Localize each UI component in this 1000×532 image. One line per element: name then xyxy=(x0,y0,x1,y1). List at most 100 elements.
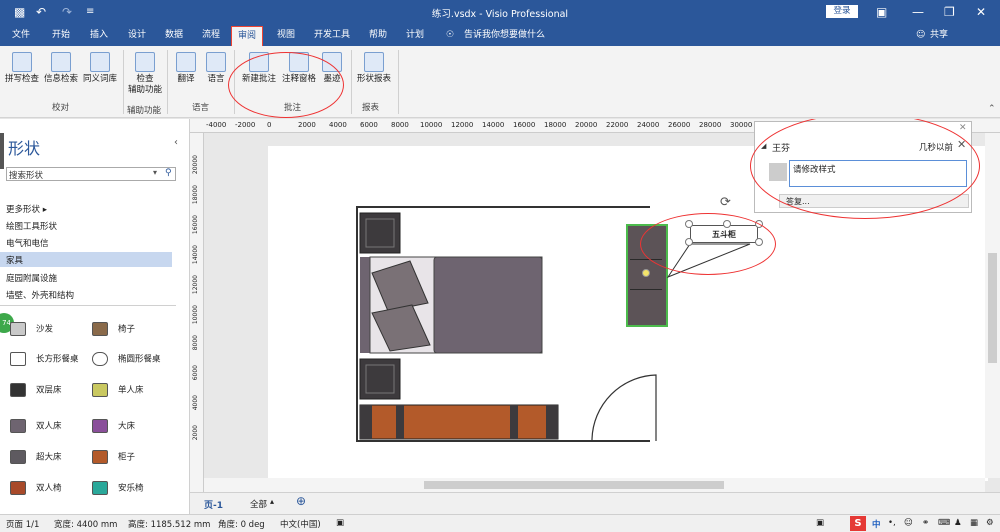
all-pages-dropdown-icon[interactable]: ▴ xyxy=(270,497,274,506)
search-shapes-box[interactable]: 搜索形状 ▾ ⚲ xyxy=(6,167,176,181)
shape-queen-bed[interactable]: 大床 xyxy=(92,419,135,433)
minimize-icon[interactable]: — xyxy=(912,6,924,18)
microphone-icon[interactable]: ⚭ xyxy=(922,518,929,528)
stencil-garden[interactable]: 庭园附属设施 xyxy=(6,272,57,284)
stencil-furniture[interactable]: 家具 xyxy=(6,254,23,266)
customize-toolbar-icon[interactable]: ≡ xyxy=(86,6,94,18)
separator xyxy=(167,50,168,114)
group-language: 语言 xyxy=(192,103,210,113)
menu-home[interactable]: 开始 xyxy=(52,29,70,41)
stencil-furniture-selected[interactable] xyxy=(0,252,172,267)
menu-process[interactable]: 流程 xyxy=(202,29,220,41)
shape-chair[interactable]: 椅子 xyxy=(92,322,135,336)
settings-icon[interactable]: ⚙ xyxy=(986,518,994,528)
restore-icon[interactable]: ❐ xyxy=(944,6,955,18)
shape-rect-table[interactable]: 长方形餐桌 xyxy=(10,352,79,366)
research-button[interactable]: 信息检索 xyxy=(42,52,80,85)
menu-review[interactable]: 审阅 xyxy=(231,26,264,46)
share-button[interactable]: 共享 xyxy=(930,29,948,41)
shape-reports-button[interactable]: 形状报表 xyxy=(354,52,394,85)
undo-icon[interactable]: ↶ xyxy=(36,6,46,18)
add-page-icon[interactable]: ⊕ xyxy=(296,494,306,508)
sogou-ime-icon[interactable]: S xyxy=(850,516,866,531)
menu-developer[interactable]: 开发工具 xyxy=(314,29,350,41)
punctuation-icon[interactable]: •, xyxy=(888,518,896,528)
thesaurus-button[interactable]: 同义词库 xyxy=(82,52,118,85)
shape-single-bed[interactable]: 单人床 xyxy=(92,383,144,397)
shape-double-bed[interactable]: 双人床 xyxy=(10,419,62,433)
more-shapes[interactable]: 更多形状 ▸ xyxy=(6,203,47,215)
ribbon: 拼写检查 信息检索 同义词库 校对 检查 辅助功能 辅助功能 翻译 语言 语言 … xyxy=(0,46,1000,118)
drawing-canvas[interactable]: -4000 -2000 0 2000 4000 6000 8000 10000 … xyxy=(190,119,1000,492)
macro-icon[interactable]: ▣ xyxy=(336,518,344,528)
shape-bunk-bed[interactable]: 双层床 xyxy=(10,383,62,397)
rotate-handle-icon[interactable]: ⟳ xyxy=(720,195,731,210)
shape-cabinet[interactable]: 柜子 xyxy=(92,450,135,464)
stencil-electrical[interactable]: 电气和电信 xyxy=(6,237,49,249)
search-icon[interactable]: ⚲ xyxy=(165,168,172,178)
menu-help[interactable]: 帮助 xyxy=(369,29,387,41)
stencil-walls[interactable]: 墙壁、外壳和结构 xyxy=(6,289,74,301)
menu-design[interactable]: 设计 xyxy=(128,29,146,41)
collapse-ribbon-icon[interactable]: ⌃ xyxy=(988,104,996,114)
stencil-drawing-tools[interactable]: 绘图工具形状 xyxy=(6,220,57,232)
shape-king-bed[interactable]: 超大床 xyxy=(10,450,62,464)
translate-button[interactable]: 翻译 xyxy=(172,52,200,85)
status-page[interactable]: 页面 1/1 xyxy=(6,518,39,530)
horizontal-scrollbar[interactable] xyxy=(204,478,985,492)
menu-insert[interactable]: 插入 xyxy=(90,29,108,41)
double-bed-icon xyxy=(10,419,26,433)
menu-view[interactable]: 视图 xyxy=(277,29,295,41)
shape-sofa[interactable]: 沙发 xyxy=(10,322,53,336)
page-tab-1[interactable]: 页-1 xyxy=(204,498,223,511)
keyboard-icon[interactable]: ⌨ xyxy=(938,518,950,528)
shape-reports-icon xyxy=(364,52,384,72)
door[interactable] xyxy=(590,369,670,444)
search-dropdown-icon[interactable]: ▾ xyxy=(153,168,157,177)
ribbon-display-icon[interactable]: ▣ xyxy=(876,6,887,18)
status-angle: 角度: 0 deg xyxy=(218,520,265,530)
cabinet-shape[interactable] xyxy=(359,404,559,440)
tell-me-box[interactable]: 告诉我你想要做什么 xyxy=(464,29,545,41)
annotation-ellipse xyxy=(640,213,776,275)
close-icon[interactable]: ✕ xyxy=(976,6,986,18)
panel-handle[interactable] xyxy=(0,133,4,169)
ime-mode[interactable]: 中 xyxy=(872,518,881,530)
chevron-right-icon: ▸ xyxy=(42,205,47,215)
horizontal-scroll-thumb[interactable] xyxy=(424,481,724,489)
save-icon[interactable]: ▩ xyxy=(14,6,25,18)
shapes-panel-title: 形状 xyxy=(8,139,41,158)
vertical-scrollbar[interactable] xyxy=(985,133,1000,478)
spell-check-button[interactable]: 拼写检查 xyxy=(4,52,40,85)
toolbox-icon[interactable]: ▦ xyxy=(970,518,978,528)
king-bed-icon xyxy=(10,450,26,464)
dresser-line-2 xyxy=(630,289,662,290)
menu-plan[interactable]: 计划 xyxy=(406,29,424,41)
accessibility-check-button[interactable]: 检查 辅助功能 xyxy=(126,52,164,96)
vertical-scroll-thumb[interactable] xyxy=(988,253,997,363)
accessibility-icon xyxy=(135,52,155,72)
all-pages-button[interactable]: 全部 xyxy=(250,498,267,510)
login-button[interactable]: 登录 xyxy=(826,5,858,18)
bed-blanket xyxy=(433,256,543,354)
shape-recliner[interactable]: 安乐椅 xyxy=(92,481,144,495)
search-shapes-input[interactable]: 搜索形状 xyxy=(9,169,43,181)
loveseat-icon xyxy=(10,481,26,495)
fit-page-icon[interactable]: ▣ xyxy=(816,518,824,528)
emoji-icon[interactable]: ☺ xyxy=(904,518,913,528)
shape-oval-table[interactable]: 椭圆形餐桌 xyxy=(92,352,161,366)
connection-point[interactable] xyxy=(642,269,650,277)
cabinet-end-right xyxy=(546,405,558,439)
language-button[interactable]: 语言 xyxy=(202,52,230,85)
headboard[interactable] xyxy=(360,257,370,353)
shapes-panel: 形状 ‹ 搜索形状 ▾ ⚲ 更多形状 ▸ 绘图工具形状 电气和电信 家具 庭园附… xyxy=(0,119,190,514)
menu-file[interactable]: 文件 xyxy=(12,29,30,41)
collapse-panel-icon[interactable]: ‹ xyxy=(174,137,178,148)
comment-card-close-icon[interactable]: ✕ xyxy=(959,123,967,133)
skin-icon[interactable]: ♟ xyxy=(954,518,962,528)
menu-bar: 文件 开始 插入 设计 数据 流程 审阅 视图 开发工具 帮助 计划 ☉ 告诉我… xyxy=(0,24,1000,46)
menu-data[interactable]: 数据 xyxy=(165,29,183,41)
shape-loveseat[interactable]: 双人椅 xyxy=(10,481,62,495)
status-language: 中文(中国) xyxy=(280,520,321,530)
redo-icon[interactable]: ↷ xyxy=(62,6,72,18)
